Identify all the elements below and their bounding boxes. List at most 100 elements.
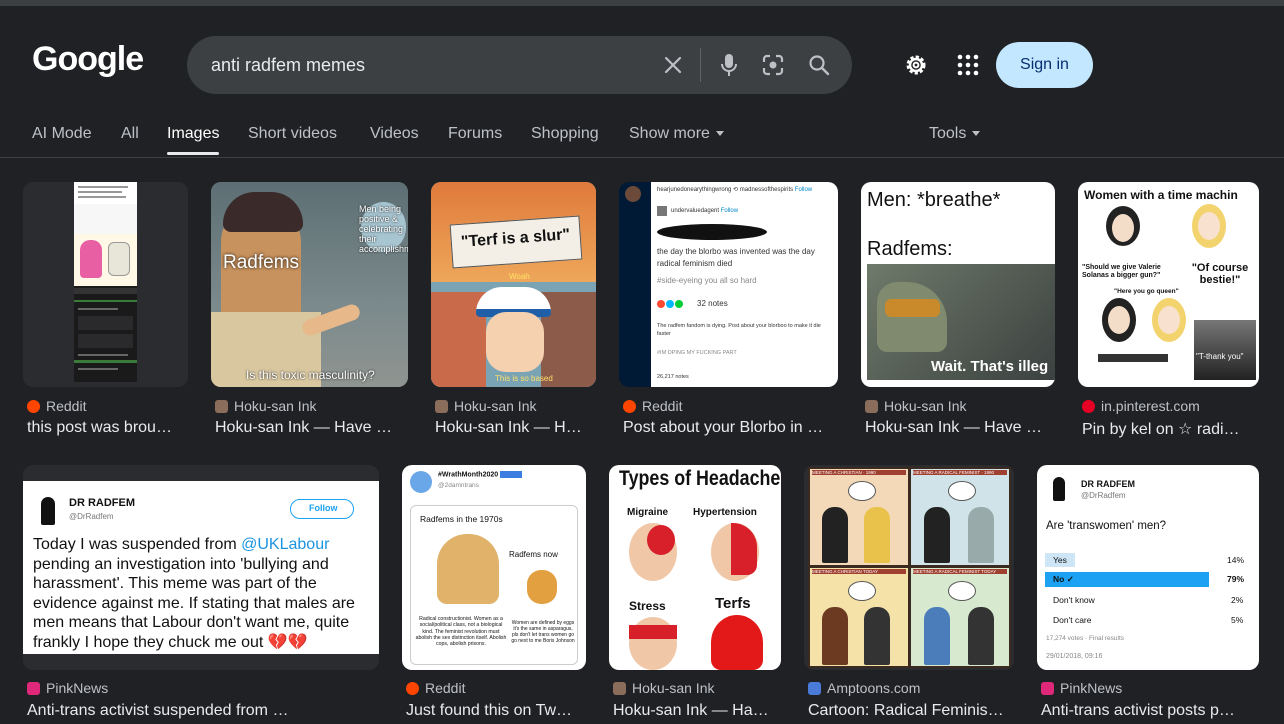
meme-answer: "Of course bestie!" [1191, 262, 1249, 286]
result-thumbnail[interactable]: DR RADFEM @DrRadfem Are 'transwomen' men… [1037, 465, 1259, 670]
head-image [711, 523, 759, 581]
lens-icon[interactable] [761, 53, 785, 77]
search-tabs: AI Mode All Images Short videos Videos F… [0, 118, 1284, 158]
result-source[interactable]: in.pinterest.com [1082, 398, 1200, 414]
tab-shopping[interactable]: Shopping [531, 125, 599, 143]
meme-caption: Wait. That's illeg [931, 358, 1049, 375]
result-source[interactable]: Hoku-san Ink [435, 398, 536, 414]
site-favicon [215, 399, 228, 413]
sign-in-button[interactable]: Sign in [996, 42, 1093, 88]
tumblr-post: hearjunedonearythingwrong ⟲ madnessofthe… [651, 182, 838, 387]
result-title[interactable]: Post about your Blorbo in … [623, 419, 835, 437]
tweet-image: DR RADFEM @DrRadfem Follow Today I was s… [23, 481, 379, 654]
source-name: Reddit [425, 680, 466, 696]
result-source[interactable]: Reddit [406, 680, 465, 696]
result-source[interactable]: Amptoons.com [808, 680, 920, 696]
tab-videos[interactable]: Videos [370, 125, 419, 143]
meme-now-text: Radfems now [509, 550, 558, 559]
result-thumbnail[interactable]: Men being positive & celebrating their a… [211, 182, 408, 387]
result-title[interactable]: Hoku-san Ink — Have … [215, 419, 405, 437]
tab-forums[interactable]: Forums [448, 125, 502, 143]
result-title[interactable]: Hoku-san Ink — Have … [865, 419, 1055, 437]
tab-show-more[interactable]: Show more [629, 125, 724, 143]
result-title[interactable]: this post was brou… [27, 419, 187, 437]
post-notes: 32 notes [697, 299, 728, 308]
site-favicon [435, 399, 448, 413]
tweet-name: DR RADFEM [69, 497, 135, 509]
meme-thanks: "T-thank you" [1196, 352, 1244, 361]
gear-icon[interactable] [903, 52, 929, 78]
panel-title: MEETING A CHRISTIAN · 1990 [812, 470, 906, 475]
site-favicon [613, 681, 626, 695]
meme-top-text: Men: *breathe* [867, 189, 1001, 211]
result-thumbnail[interactable]: Women with a time machin "Should we give… [1078, 182, 1259, 387]
tab-ai-mode[interactable]: AI Mode [32, 125, 92, 143]
headache-label: Migraine [627, 507, 669, 518]
poll-option: Don't know [1053, 595, 1095, 605]
tweet-date: 29/01/2018, 09:16 [1046, 653, 1103, 660]
result-thumbnail[interactable]: #WrathMonth2020 @2damntrans Radfems in t… [402, 465, 586, 670]
apps-icon[interactable] [957, 54, 979, 76]
tab-images[interactable]: Images [167, 125, 220, 155]
search-box[interactable] [187, 36, 852, 94]
tab-all[interactable]: All [121, 125, 139, 143]
screenshot-image [74, 182, 137, 382]
headache-label: Hypertension [693, 507, 757, 518]
result-thumbnail[interactable]: Men: *breathe* Radfems: Wait. That's ill… [861, 182, 1055, 387]
site-favicon [865, 399, 878, 413]
panel-title: MEETING A RADICAL FEMINIST · 1990 [913, 470, 1007, 475]
search-icon[interactable] [807, 53, 831, 77]
chevron-down-icon [972, 131, 981, 137]
result-source[interactable]: Reddit [27, 398, 86, 414]
result-source[interactable]: PinkNews [1041, 680, 1122, 696]
result-source[interactable]: Reddit [623, 398, 682, 414]
poll-percent: 79% [1227, 574, 1245, 584]
close-icon[interactable] [661, 53, 685, 77]
tab-short-videos[interactable]: Short videos [248, 125, 337, 143]
source-name: Reddit [46, 398, 87, 414]
panel-title: MEETING A RADICAL FEMINIST TODAY [913, 569, 1007, 574]
result-source[interactable]: Hoku-san Ink [215, 398, 316, 414]
character-face [486, 312, 544, 372]
result-thumbnail[interactable]: hearjunedonearythingwrong ⟲ madnessofthe… [619, 182, 838, 387]
result-title[interactable]: Just found this on Tw… [406, 702, 586, 720]
result-thumbnail[interactable]: Types of Headaches Migraine Hypertension… [609, 465, 781, 670]
meme-title: Women with a time machin [1084, 188, 1238, 202]
result-source[interactable]: PinkNews [27, 680, 108, 696]
source-name: Hoku-san Ink [632, 680, 715, 696]
poll-percent: 5% [1231, 615, 1244, 625]
result-title[interactable]: Hoku-san Ink — Ha… [613, 702, 783, 720]
search-input[interactable] [211, 50, 651, 80]
poll-option: Yes [1053, 555, 1067, 565]
tools-button[interactable]: Tools [929, 125, 981, 143]
headache-label: Stress [629, 599, 666, 613]
google-logo[interactable]: Google [32, 40, 144, 79]
avatar [1053, 477, 1065, 501]
mic-icon[interactable] [717, 53, 741, 77]
result-title[interactable]: Anti-trans activist suspended from … [27, 702, 379, 720]
cheems [527, 570, 557, 604]
result-title[interactable]: Pin by kel on ☆ radi… [1082, 419, 1262, 439]
head-image [629, 617, 677, 670]
result-source[interactable]: Hoku-san Ink [613, 680, 714, 696]
result-thumbnail[interactable]: "Terf is a slur" Woah This is so based [431, 182, 596, 387]
result-thumbnail[interactable]: MEETING A CHRISTIAN · 1990 MEETING A RAD… [804, 465, 1014, 670]
source-name: PinkNews [1060, 680, 1123, 696]
tweet-follow: Follow [309, 503, 338, 513]
result-source[interactable]: Hoku-san Ink [865, 398, 966, 414]
result-title[interactable]: Anti-trans activist posts p… [1041, 702, 1259, 720]
post-tag: #side-eyeing you all so hard [657, 276, 757, 285]
poll-percent: 14% [1227, 555, 1245, 565]
avatar [41, 497, 55, 525]
meme-label: Radfems [223, 252, 300, 273]
meme-mid-text: Radfems: [867, 238, 953, 260]
result-thumbnail[interactable]: DR RADFEM @DrRadfem Follow Today I was s… [23, 465, 379, 670]
result-title[interactable]: Cartoon: Radical Feminis… [808, 702, 1014, 720]
meme-question: "Should we give Valerie Solanas a bigger… [1082, 264, 1161, 279]
head-image [711, 615, 763, 670]
meme-top-text: Men being positive & celebrating their a… [359, 204, 408, 254]
result-thumbnail[interactable] [23, 182, 188, 387]
tweet-handle: @DrRadfem [1081, 491, 1126, 500]
result-title[interactable]: Hoku-san Ink — H… [435, 419, 595, 437]
poll-votes: 17,274 votes · Final results [1046, 635, 1125, 642]
